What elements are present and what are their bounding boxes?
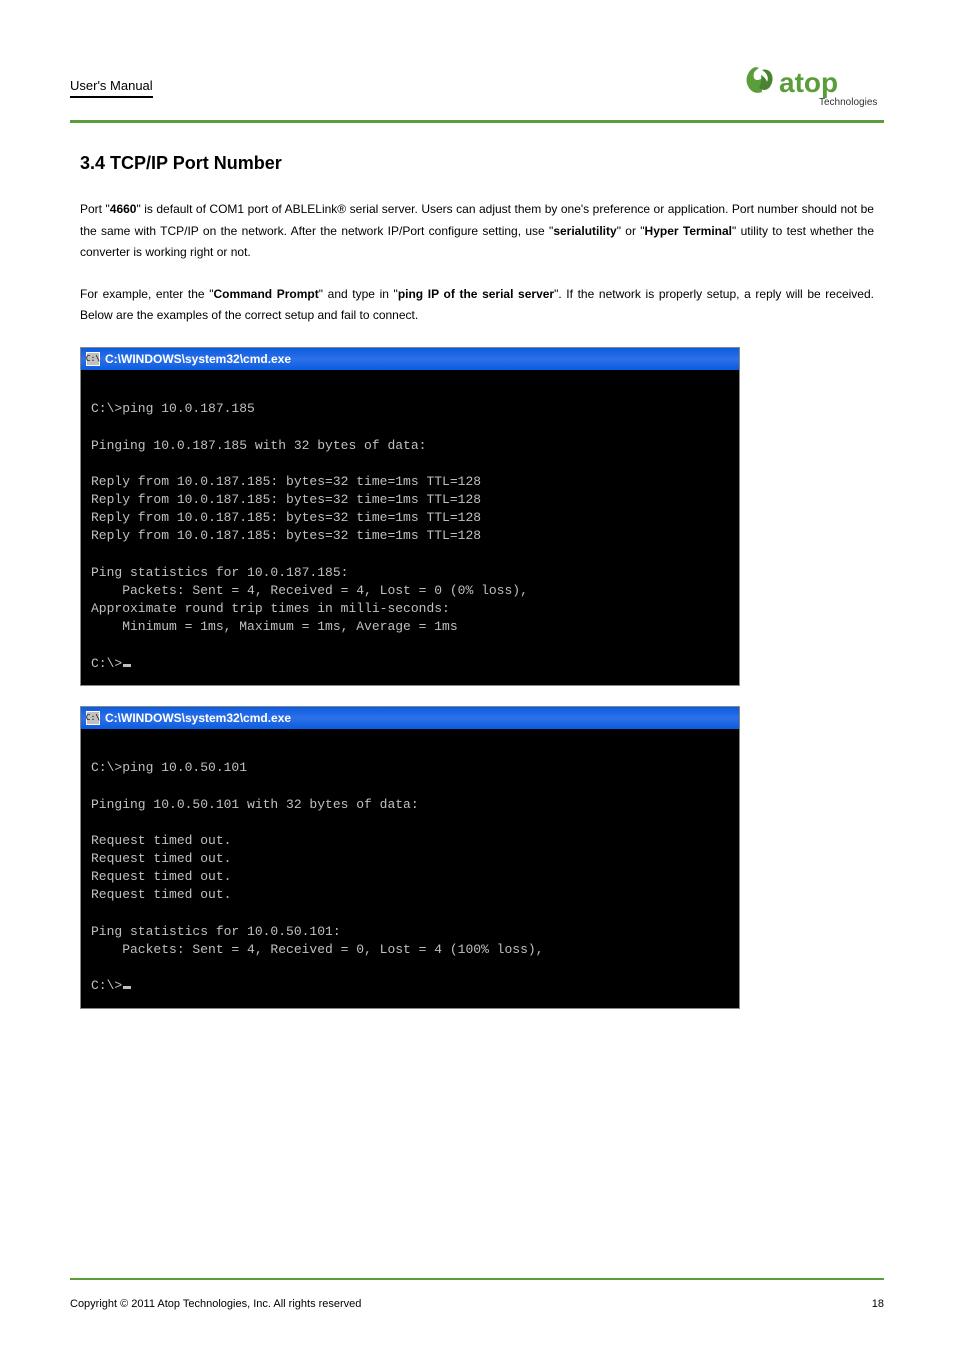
page-number: 18 [872, 1298, 884, 1310]
page-footer: Copyright © 2011 Atop Technologies, Inc.… [70, 1298, 884, 1310]
terminal-output-fail: C:\>ping 10.0.50.101 Pinging 10.0.50.101… [81, 729, 739, 1008]
section-title: 3.4 TCP/IP Port Number [80, 153, 874, 174]
terminal-output-success: C:\>ping 10.0.187.185 Pinging 10.0.187.1… [81, 370, 739, 685]
svg-text:Technologies: Technologies [819, 97, 877, 108]
page-header: User's Manual atop Technologies [0, 0, 954, 120]
atop-logo: atop Technologies [744, 60, 884, 110]
terminal-window-fail: C:\ C:\WINDOWS\system32\cmd.exe C:\>ping… [80, 706, 740, 1009]
paragraph-1: Port "4660" is default of COM1 port of A… [80, 199, 874, 264]
cursor-icon [123, 664, 131, 667]
terminal-titlebar: C:\ C:\WINDOWS\system32\cmd.exe [81, 348, 739, 370]
paragraph-2: For example, enter the "Command Prompt" … [80, 284, 874, 327]
terminal-title: C:\WINDOWS\system32\cmd.exe [105, 352, 291, 366]
manual-type-label: User's Manual [70, 78, 153, 98]
cursor-icon [123, 986, 131, 989]
page-content: 3.4 TCP/IP Port Number Port "4660" is de… [0, 123, 954, 1009]
terminal-title: C:\WINDOWS\system32\cmd.exe [105, 711, 291, 725]
cmd-icon: C:\ [86, 352, 100, 366]
copyright-text: Copyright © 2011 Atop Technologies, Inc.… [70, 1298, 361, 1310]
footer-divider [70, 1278, 884, 1280]
terminal-titlebar: C:\ C:\WINDOWS\system32\cmd.exe [81, 707, 739, 729]
svg-text:atop: atop [779, 67, 838, 98]
cmd-icon: C:\ [86, 711, 100, 725]
terminal-window-success: C:\ C:\WINDOWS\system32\cmd.exe C:\>ping… [80, 347, 740, 686]
